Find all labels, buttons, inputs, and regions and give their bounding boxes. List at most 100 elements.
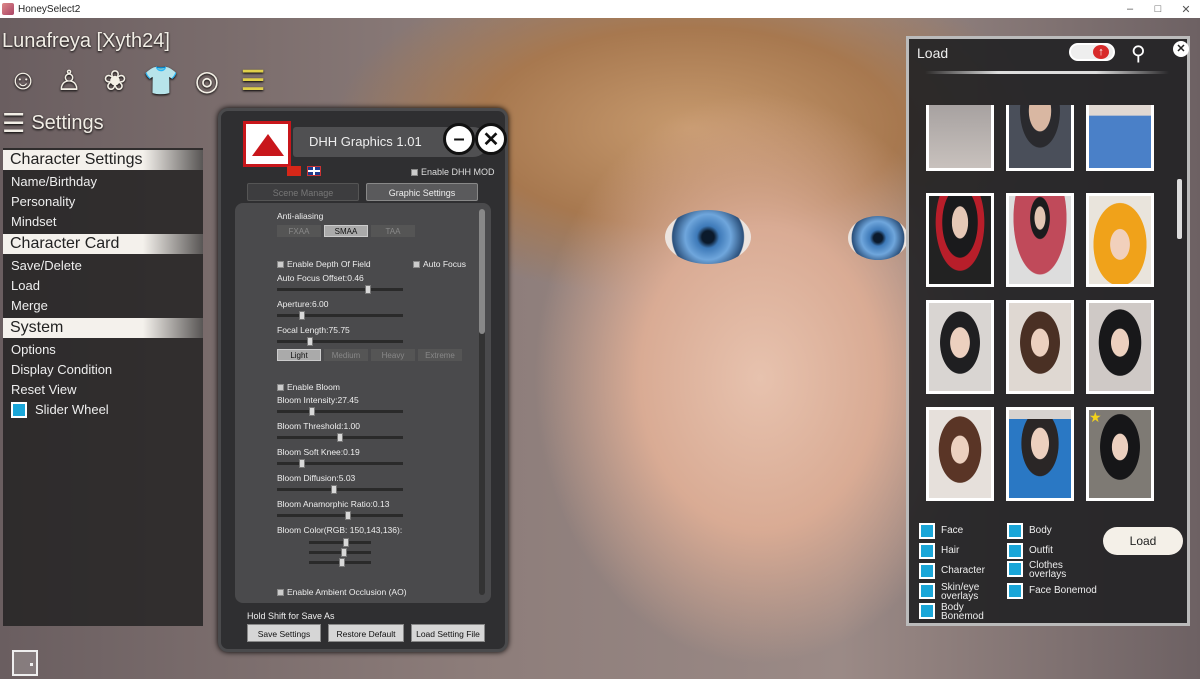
enable-dof[interactable]: Enable Depth Of Field bbox=[277, 259, 371, 269]
aperture-slider[interactable] bbox=[277, 311, 403, 320]
bloom-soft-knee-slider[interactable] bbox=[277, 459, 403, 468]
slider-knob[interactable] bbox=[299, 311, 305, 320]
character-card[interactable] bbox=[1086, 193, 1154, 287]
auto-focus[interactable]: Auto Focus bbox=[413, 259, 466, 269]
character-card[interactable] bbox=[926, 105, 994, 171]
close-panel-button[interactable]: ✕ bbox=[475, 123, 507, 155]
character-card[interactable] bbox=[926, 300, 994, 394]
menu-display-condition[interactable]: Display Condition bbox=[3, 360, 203, 380]
ring-icon[interactable]: ◎ bbox=[184, 62, 230, 98]
close-window-button[interactable]: ✕ bbox=[1172, 3, 1200, 16]
restore-default-button[interactable]: Restore Default bbox=[328, 624, 404, 642]
outfit-checkbox[interactable] bbox=[1007, 543, 1023, 559]
character-card[interactable] bbox=[926, 193, 994, 287]
enable-dhh-mod-checkbox[interactable] bbox=[411, 169, 418, 177]
bloom-color-b-slider[interactable] bbox=[309, 558, 371, 567]
face-bonemod-checkbox[interactable] bbox=[1007, 583, 1023, 599]
face-checkbox[interactable] bbox=[919, 523, 935, 539]
bloom-color-r-slider[interactable] bbox=[309, 538, 371, 547]
body-icon[interactable]: ♙ bbox=[46, 62, 92, 98]
aa-smaa-button[interactable]: SMAA bbox=[324, 225, 368, 237]
enable-dhh-mod[interactable]: Enable DHH MOD bbox=[411, 167, 495, 177]
clothes-icon[interactable]: 👕 bbox=[138, 62, 184, 98]
settings-scrollbar[interactable] bbox=[479, 209, 485, 595]
grid-scrollbar[interactable] bbox=[1177, 179, 1182, 239]
skin-eye-overlays-checkbox[interactable] bbox=[919, 583, 935, 599]
slider-knob[interactable] bbox=[341, 548, 347, 557]
sort-toggle[interactable]: ↑ bbox=[1069, 43, 1115, 61]
load-option-outfit[interactable]: Outfit bbox=[1007, 543, 1053, 559]
load-option-hair[interactable]: Hair bbox=[919, 543, 959, 559]
bloom-threshold-slider[interactable] bbox=[277, 433, 403, 442]
slider-knob[interactable] bbox=[331, 485, 337, 494]
bloom-diffusion-slider[interactable] bbox=[277, 485, 403, 494]
slider-knob[interactable] bbox=[345, 511, 351, 520]
load-option-clothes-overlays[interactable]: Clothes overlays bbox=[1007, 561, 1073, 580]
character-card[interactable] bbox=[1006, 407, 1074, 501]
menu-name-birthday[interactable]: Name/Birthday bbox=[3, 172, 203, 192]
auto-focus-checkbox[interactable] bbox=[413, 261, 420, 269]
menu-reset-view[interactable]: Reset View bbox=[3, 380, 203, 400]
auto-focus-offset-slider[interactable] bbox=[277, 285, 403, 294]
focal-length-slider[interactable] bbox=[277, 337, 403, 346]
minimize-panel-button[interactable]: – bbox=[443, 123, 475, 155]
load-option-face-bonemod[interactable]: Face Bonemod bbox=[1007, 583, 1097, 599]
maximize-button[interactable]: □ bbox=[1144, 3, 1172, 16]
quality-medium-button[interactable]: Medium bbox=[324, 349, 368, 361]
character-card[interactable] bbox=[926, 407, 994, 501]
load-setting-file-button[interactable]: Load Setting File bbox=[411, 624, 485, 642]
quality-heavy-button[interactable]: Heavy bbox=[371, 349, 415, 361]
load-option-face[interactable]: Face bbox=[919, 523, 963, 539]
character-checkbox[interactable] bbox=[919, 563, 935, 579]
exit-door-icon[interactable] bbox=[12, 650, 38, 676]
aa-fxaa-button[interactable]: FXAA bbox=[277, 225, 321, 237]
slider-knob[interactable] bbox=[339, 558, 345, 567]
slider-knob[interactable] bbox=[299, 459, 305, 468]
scrollbar-thumb[interactable] bbox=[479, 209, 485, 334]
aa-taa-button[interactable]: TAA bbox=[371, 225, 415, 237]
hair-checkbox[interactable] bbox=[919, 543, 935, 559]
slider-knob[interactable] bbox=[343, 538, 349, 547]
slider-knob[interactable] bbox=[307, 337, 313, 346]
slider-wheel-toggle[interactable]: Slider Wheel bbox=[3, 400, 203, 420]
character-card[interactable]: ★ bbox=[1086, 407, 1154, 501]
load-option-body[interactable]: Body bbox=[1007, 523, 1052, 539]
character-card[interactable] bbox=[1086, 300, 1154, 394]
load-button[interactable]: Load bbox=[1103, 527, 1183, 555]
character-card[interactable] bbox=[1006, 105, 1074, 171]
search-icon[interactable]: ⚲ bbox=[1131, 41, 1146, 66]
clothes-overlays-checkbox[interactable] bbox=[1007, 561, 1023, 577]
uk-flag-icon[interactable] bbox=[307, 166, 322, 177]
bloom-intensity-slider[interactable] bbox=[277, 407, 403, 416]
menu-personality[interactable]: Personality bbox=[3, 192, 203, 212]
enable-bloom[interactable]: Enable Bloom bbox=[277, 382, 340, 392]
chinese-flag-icon[interactable] bbox=[287, 166, 301, 177]
face-icon[interactable]: ☺ bbox=[0, 62, 46, 98]
slider-wheel-checkbox[interactable] bbox=[11, 402, 27, 418]
load-option-skin-eye-overlays[interactable]: Skin/eye overlays bbox=[919, 583, 985, 602]
menu-merge[interactable]: Merge bbox=[3, 296, 203, 316]
load-option-body-bonemod[interactable]: Body Bonemod bbox=[919, 603, 985, 622]
tab-graphic-settings[interactable]: Graphic Settings bbox=[366, 183, 478, 201]
bloom-color-g-slider[interactable] bbox=[309, 548, 371, 557]
character-card[interactable] bbox=[1006, 193, 1074, 287]
minimize-button[interactable]: – bbox=[1116, 3, 1144, 16]
slider-knob[interactable] bbox=[365, 285, 371, 294]
body-bonemod-checkbox[interactable] bbox=[919, 603, 935, 619]
enable-dof-checkbox[interactable] bbox=[277, 261, 284, 269]
quality-extreme-button[interactable]: Extreme bbox=[418, 349, 462, 361]
tab-scene-manage[interactable]: Scene Manage bbox=[247, 183, 359, 201]
quality-light-button[interactable]: Light bbox=[277, 349, 321, 361]
enable-ao[interactable]: Enable Ambient Occlusion (AO) bbox=[277, 587, 407, 597]
save-settings-button[interactable]: Save Settings bbox=[247, 624, 321, 642]
enable-ao-checkbox[interactable] bbox=[277, 589, 284, 597]
enable-bloom-checkbox[interactable] bbox=[277, 384, 284, 392]
hair-icon[interactable]: ❀ bbox=[92, 62, 138, 98]
slider-knob[interactable] bbox=[309, 407, 315, 416]
menu-mindset[interactable]: Mindset bbox=[3, 212, 203, 232]
body-checkbox[interactable] bbox=[1007, 523, 1023, 539]
load-option-character[interactable]: Character bbox=[919, 563, 985, 579]
character-card[interactable] bbox=[1086, 105, 1154, 171]
list-icon[interactable]: ☰ bbox=[230, 62, 276, 98]
favorite-star-icon[interactable]: ★ bbox=[1089, 409, 1102, 426]
